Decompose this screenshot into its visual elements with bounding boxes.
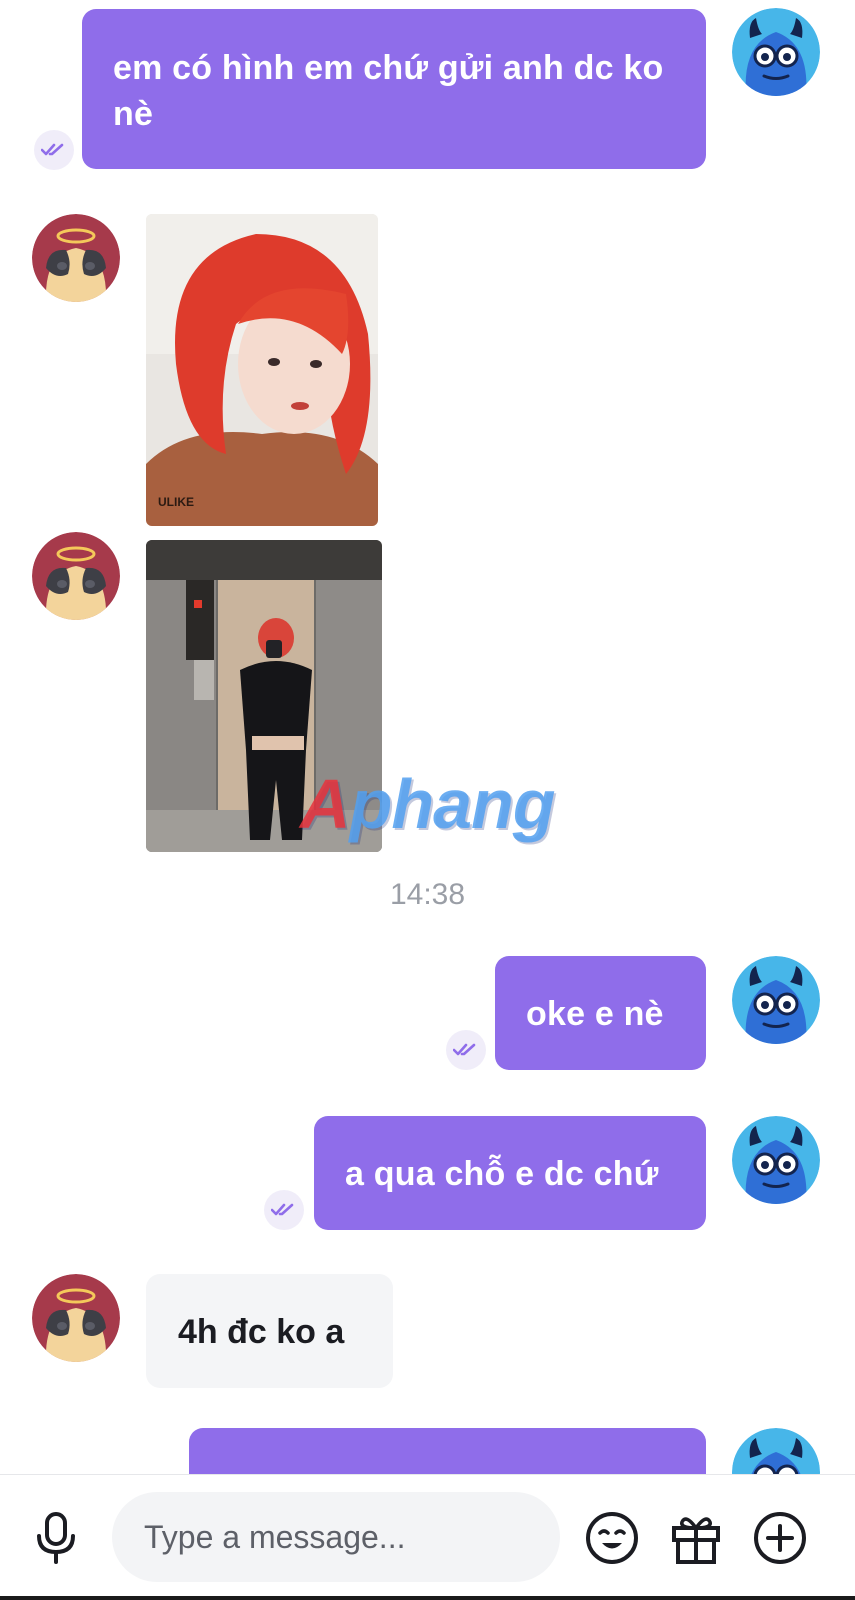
outgoing-message[interactable]: oke e nè [495,956,706,1070]
contact-avatar[interactable] [32,214,120,302]
my-avatar[interactable] [732,956,820,1044]
gift-icon[interactable] [664,1506,728,1570]
outgoing-message[interactable]: a qua chỗ e dc chứ [314,1116,706,1230]
shared-photo[interactable]: ULIKE [146,214,378,526]
contact-avatar[interactable] [32,1274,120,1362]
seen-check-icon [34,130,74,170]
chat-thread[interactable]: em có hình em chứ gửi anh dc ko nè ULIKE… [0,0,855,1474]
outgoing-message[interactable]: em có hình em chứ gửi anh dc ko nè [82,9,706,169]
message-input[interactable] [112,1492,560,1582]
outgoing-message[interactable] [189,1428,706,1474]
incoming-message[interactable]: 4h đc ko a [146,1274,393,1388]
my-avatar[interactable] [732,1428,820,1474]
my-avatar[interactable] [732,8,820,96]
message-text: oke e nè [526,995,664,1033]
my-avatar[interactable] [732,1116,820,1204]
svg-text:ULIKE: ULIKE [158,495,194,509]
message-text: a qua chỗ e dc chứ [345,1155,659,1193]
seen-check-icon [264,1190,304,1230]
system-bar-edge [0,1596,855,1600]
message-text: 4h đc ko a [178,1313,345,1351]
message-timestamp: 14:38 [389,878,466,911]
message-text: em có hình em chứ gửi anh dc ko nè [113,49,664,133]
contact-avatar[interactable] [32,532,120,620]
microphone-icon[interactable] [24,1506,88,1570]
emoji-icon[interactable] [580,1506,644,1570]
plus-circle-icon[interactable] [748,1506,812,1570]
seen-check-icon [446,1030,486,1070]
watermark-logo: Aphang [300,765,556,843]
